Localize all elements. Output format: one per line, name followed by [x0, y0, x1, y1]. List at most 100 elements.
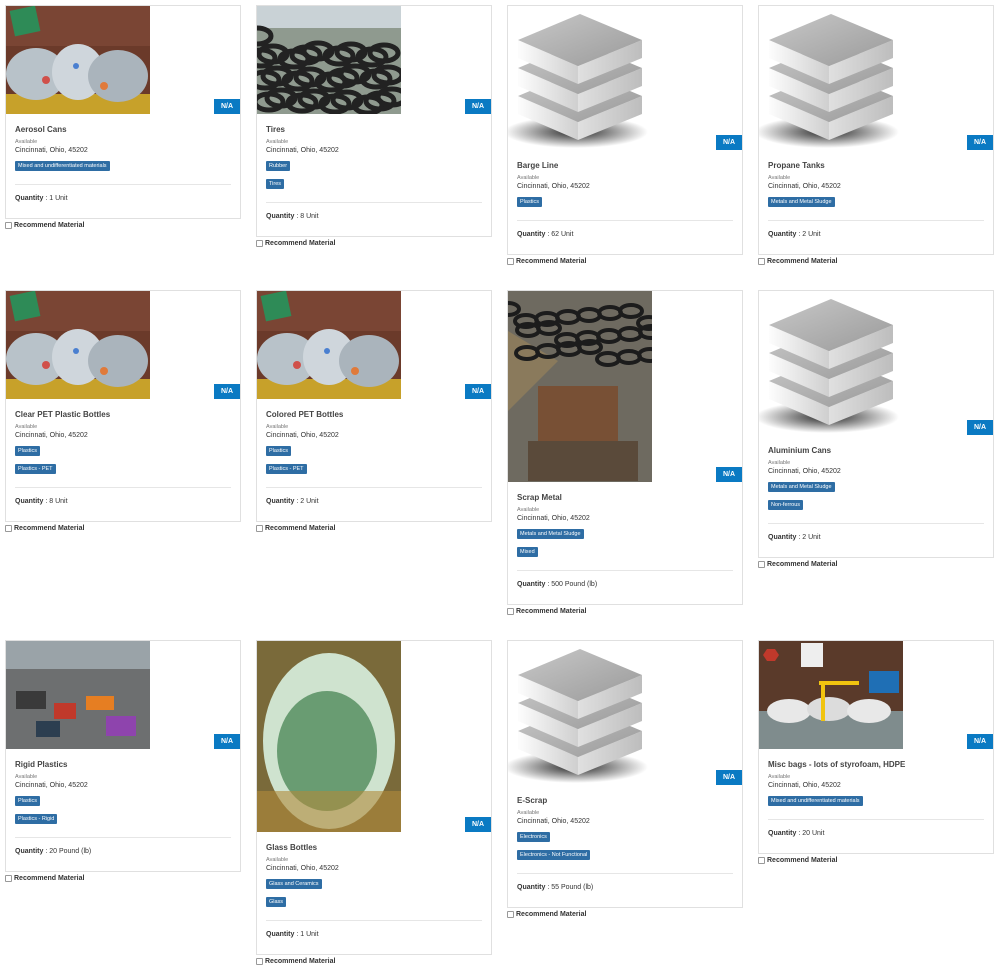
recommend-material-checkbox[interactable]: Recommend Material: [256, 240, 492, 247]
material-title[interactable]: Glass Bottles: [266, 843, 482, 852]
placeholder-layers-icon[interactable]: [759, 6, 903, 150]
availability-status: Available: [517, 507, 540, 513]
card-info: Glass Bottles Available Cincinnati, Ohio, …: [257, 843, 491, 954]
na-badge: N/A: [465, 99, 491, 114]
quantity-label: Quantity: [517, 581, 546, 588]
divider: [15, 837, 231, 838]
checkbox-icon[interactable]: [256, 240, 263, 247]
checkbox-icon[interactable]: [5, 525, 12, 532]
material-photo[interactable]: [759, 641, 903, 749]
quantity-value: : 8 Unit: [294, 213, 319, 220]
material-card[interactable]: N/A Rigid Plastics Available Cincinnati, Oh…: [5, 640, 241, 882]
category-tag: Plastics: [517, 197, 542, 207]
recommend-material-checkbox[interactable]: Recommend Material: [256, 525, 492, 532]
tag-row: Plastics: [517, 190, 733, 208]
material-card[interactable]: N/A Propane Tanks Available Cincinnati, Ohi…: [758, 5, 994, 265]
material-card[interactable]: N/A Tires Available Cincinnati, Ohio, 45202…: [256, 5, 492, 247]
checkbox-icon[interactable]: [507, 258, 514, 265]
tag-row: Tires: [266, 172, 482, 190]
material-card[interactable]: N/A Scrap Metal Available Cincinnati, Ohio,…: [507, 290, 743, 615]
category-tag: Metals and Metal Sludge: [517, 529, 584, 539]
card-info: Tires Available Cincinnati, Ohio, 45202 Rub…: [257, 125, 491, 236]
checkbox-icon[interactable]: [5, 222, 12, 229]
tag-row: Mixed and undifferentiated materials: [768, 789, 984, 807]
recommend-material-checkbox[interactable]: Recommend Material: [758, 857, 994, 864]
material-location: Cincinnati, Ohio, 45202: [768, 782, 841, 789]
recommend-material-checkbox[interactable]: Recommend Material: [758, 258, 994, 265]
na-badge: N/A: [967, 420, 993, 435]
material-card[interactable]: N/A Aluminium Cans Available Cincinnati, Oh…: [758, 290, 994, 568]
quantity-value: : 2 Unit: [294, 498, 319, 505]
recommend-label: Recommend Material: [516, 608, 587, 615]
placeholder-layers-icon[interactable]: [759, 291, 903, 435]
material-title[interactable]: E-Scrap: [517, 796, 733, 805]
checkbox-icon[interactable]: [256, 525, 263, 532]
quantity-label: Quantity: [768, 231, 797, 238]
material-title[interactable]: Misc bags - lots of styrofoam, HDPE: [768, 760, 984, 769]
checkbox-icon[interactable]: [507, 608, 514, 615]
material-location: Cincinnati, Ohio, 45202: [266, 865, 339, 872]
quantity-value: : 20 Unit: [796, 830, 825, 837]
material-photo[interactable]: [508, 291, 652, 482]
material-card[interactable]: N/A Clear PET Plastic Bottles Available Cin…: [5, 290, 241, 532]
material-photo[interactable]: [257, 641, 401, 832]
category-tag: Electronics: [517, 832, 550, 842]
placeholder-layers-icon[interactable]: [508, 6, 652, 150]
card-body: N/A Scrap Metal Available Cincinnati, Ohio,…: [507, 290, 743, 605]
material-title[interactable]: Propane Tanks: [768, 161, 984, 170]
material-photo[interactable]: [6, 641, 150, 749]
material-card[interactable]: N/A Aerosol Cans Available Cincinnati, Ohio…: [5, 5, 241, 229]
recommend-label: Recommend Material: [265, 958, 336, 965]
material-card[interactable]: N/A E-Scrap Available Cincinnati, Ohio, 452…: [507, 640, 743, 918]
material-title[interactable]: Colored PET Bottles: [266, 410, 482, 419]
material-card[interactable]: N/A Barge Line Available Cincinnati, Ohio, …: [507, 5, 743, 265]
material-title[interactable]: Clear PET Plastic Bottles: [15, 410, 231, 419]
recommend-material-checkbox[interactable]: Recommend Material: [256, 958, 492, 965]
material-card[interactable]: N/A Glass Bottles Available Cincinnati, Ohi…: [256, 640, 492, 965]
category-tag: Non-ferrous: [768, 500, 804, 510]
availability-status: Available: [266, 424, 289, 430]
material-title[interactable]: Rigid Plastics: [15, 760, 231, 769]
category-tag: Tires: [266, 179, 285, 189]
divider: [517, 570, 733, 571]
quantity-value: : 55 Pound (lb): [545, 884, 594, 891]
checkbox-icon[interactable]: [5, 875, 12, 882]
recommend-label: Recommend Material: [767, 561, 838, 568]
recommend-label: Recommend Material: [14, 875, 85, 882]
checkbox-icon[interactable]: [758, 561, 765, 568]
material-title[interactable]: Aerosol Cans: [15, 125, 231, 134]
checkbox-icon[interactable]: [758, 258, 765, 265]
material-title[interactable]: Scrap Metal: [517, 493, 733, 502]
category-tag: Mixed and undifferentiated materials: [768, 796, 863, 806]
material-photo[interactable]: [6, 6, 150, 114]
tag-row: Electronics - Not Functional: [517, 843, 733, 861]
material-photo[interactable]: [257, 291, 401, 399]
card-body: N/A Clear PET Plastic Bottles Available Cin…: [5, 290, 241, 522]
material-photo[interactable]: [6, 291, 150, 399]
recommend-material-checkbox[interactable]: Recommend Material: [5, 525, 241, 532]
recommend-material-checkbox[interactable]: Recommend Material: [5, 222, 241, 229]
quantity-line: Quantity : 20 Unit: [768, 830, 984, 853]
divider: [15, 487, 231, 488]
material-title[interactable]: Barge Line: [517, 161, 733, 170]
category-tag: Metals and Metal Sludge: [768, 482, 835, 492]
material-card[interactable]: N/A Misc bags - lots of styrofoam, HDPE Av…: [758, 640, 994, 864]
recommend-material-checkbox[interactable]: Recommend Material: [507, 911, 743, 918]
divider: [768, 523, 984, 524]
checkbox-icon[interactable]: [507, 911, 514, 918]
checkbox-icon[interactable]: [256, 958, 263, 965]
recommend-material-checkbox[interactable]: Recommend Material: [758, 561, 994, 568]
tag-row: Plastics - PET: [266, 457, 482, 475]
recommend-material-checkbox[interactable]: Recommend Material: [507, 258, 743, 265]
recommend-material-checkbox[interactable]: Recommend Material: [507, 608, 743, 615]
recommend-material-checkbox[interactable]: Recommend Material: [5, 875, 241, 882]
availability-status: Available: [15, 424, 38, 430]
placeholder-layers-icon[interactable]: [508, 641, 652, 785]
material-title[interactable]: Aluminium Cans: [768, 446, 984, 455]
checkbox-icon[interactable]: [758, 857, 765, 864]
card-info: E-Scrap Available Cincinnati, Ohio, 45202 E…: [508, 796, 742, 907]
tag-row: Plastics: [266, 439, 482, 457]
material-title[interactable]: Tires: [266, 125, 482, 134]
material-card[interactable]: N/A Colored PET Bottles Available Cincinnat…: [256, 290, 492, 532]
material-photo[interactable]: [257, 6, 401, 114]
